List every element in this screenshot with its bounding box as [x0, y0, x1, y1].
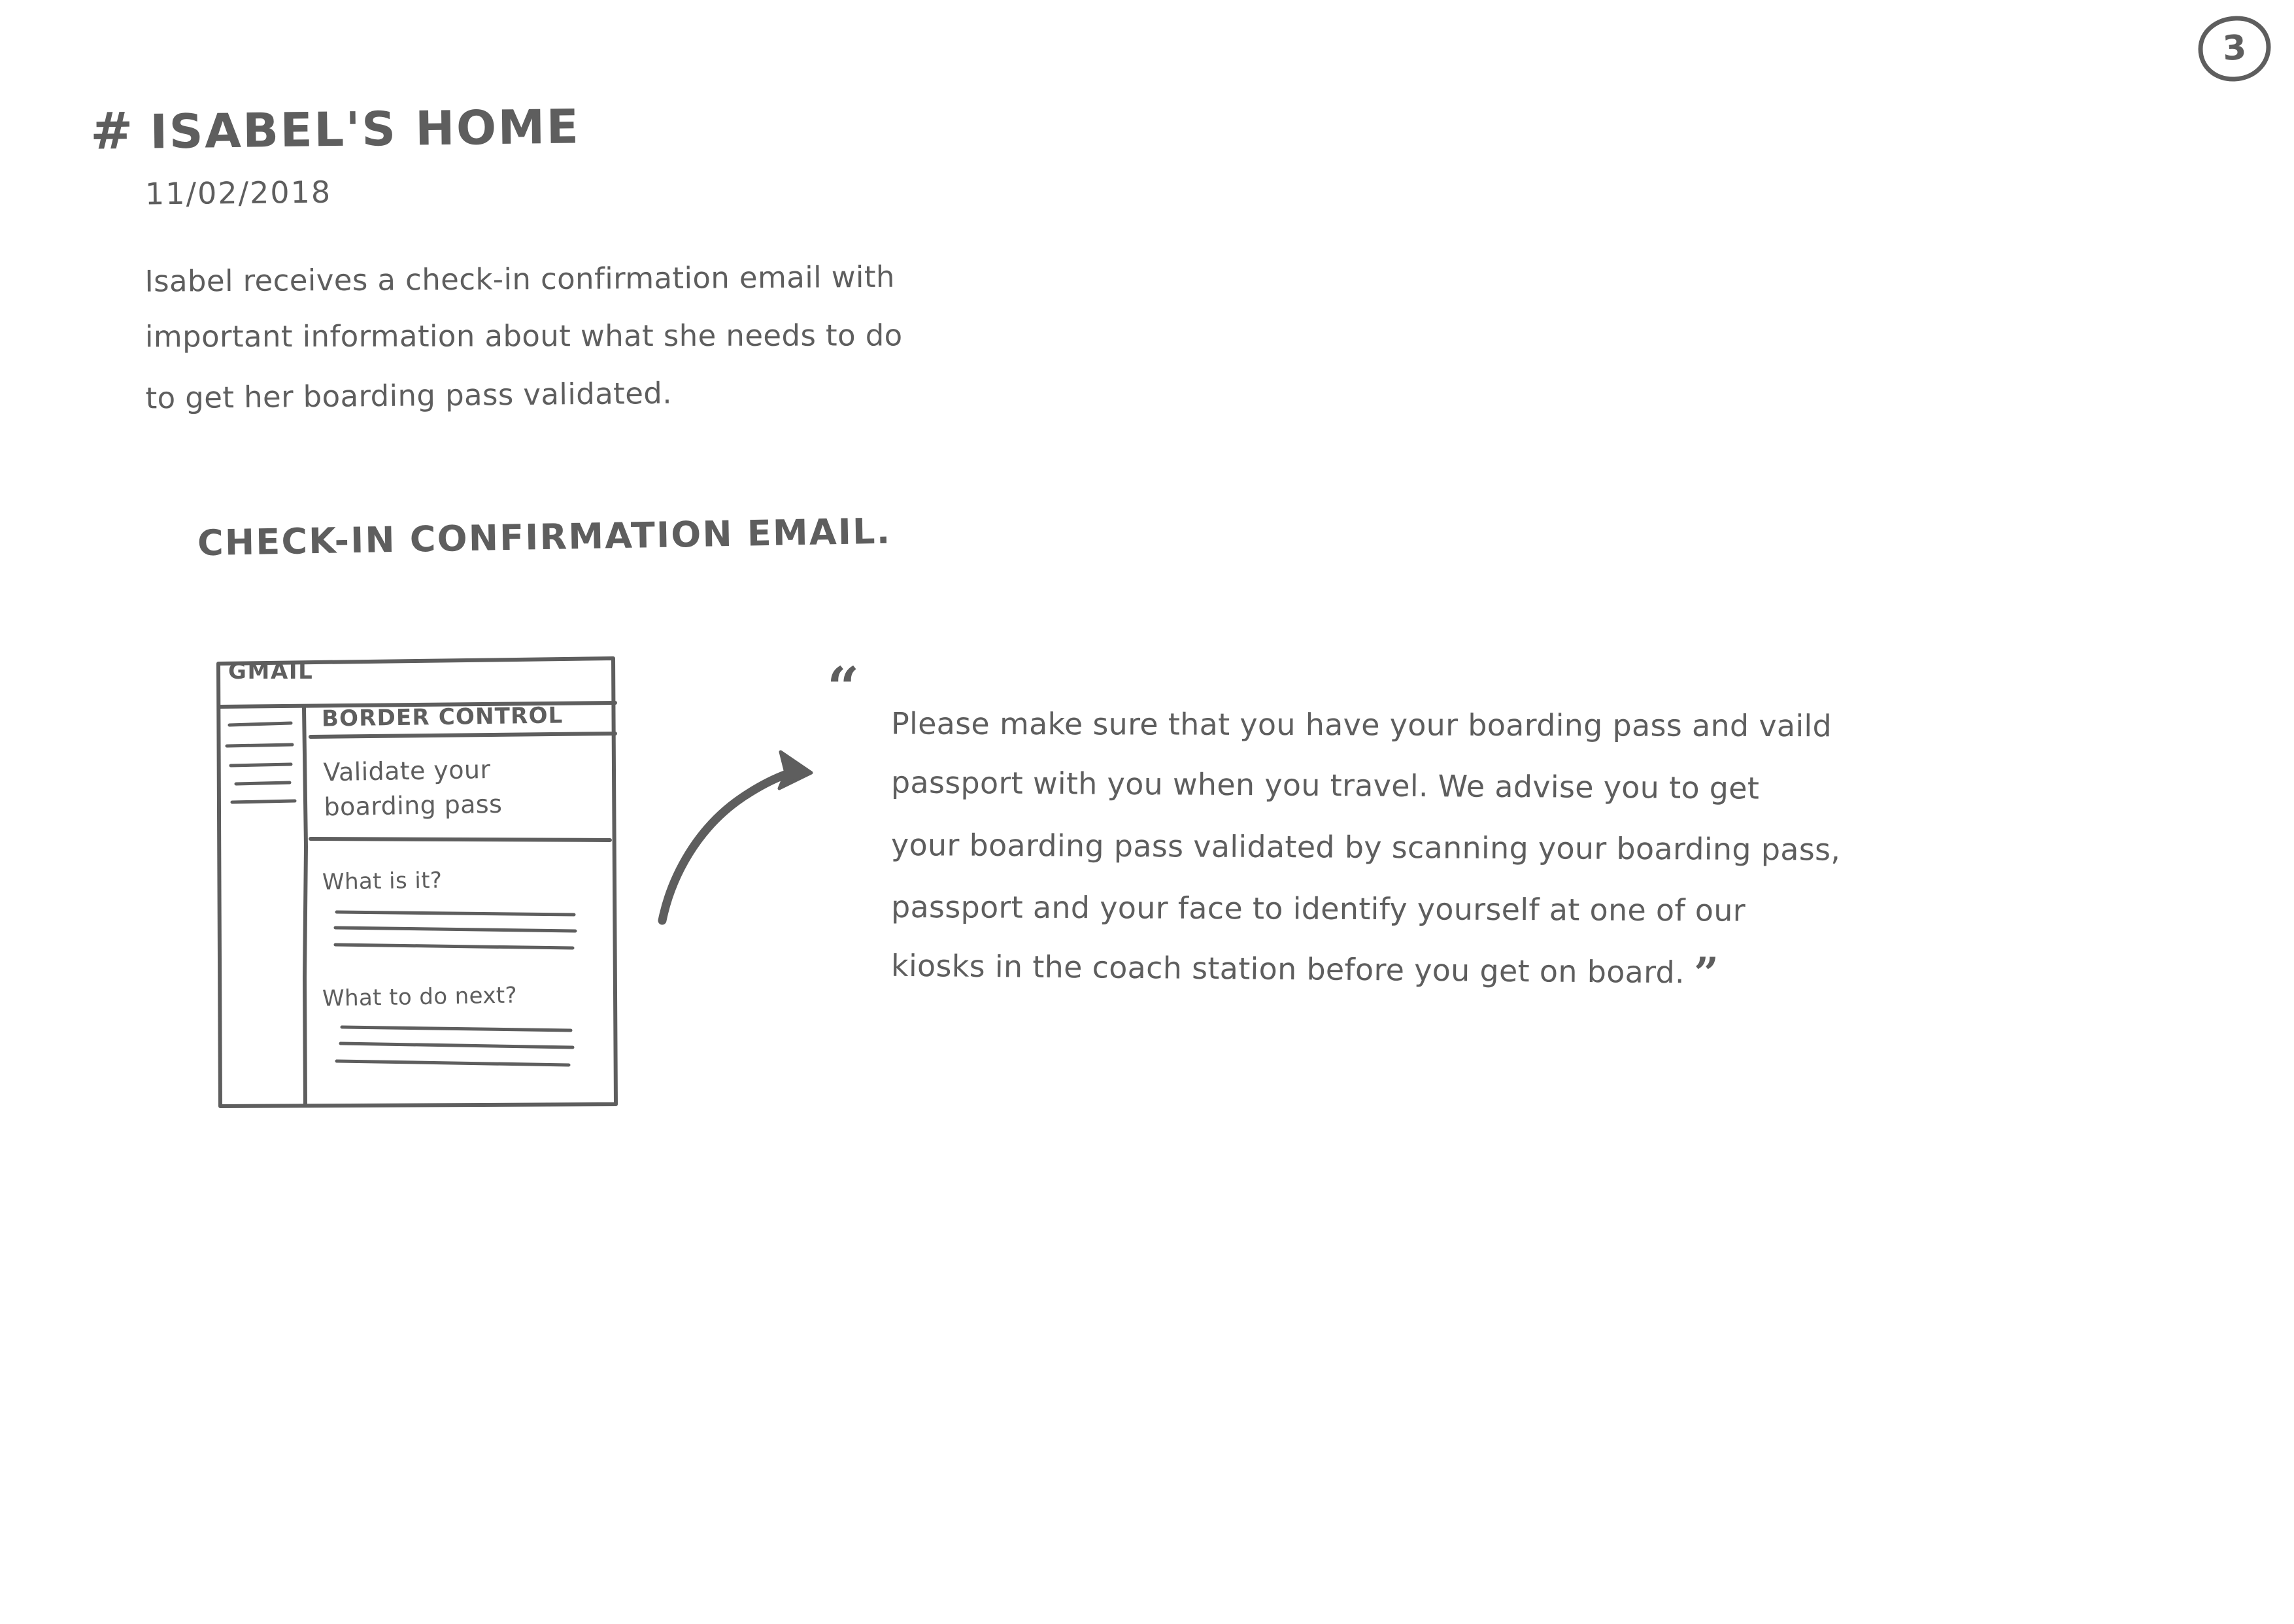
intro-paragraph: Isabel receives a check-in confirmation … [144, 246, 1166, 426]
wireframe-section-heading-what-is-it: What is it? [322, 867, 443, 896]
page-title: ISABEL'S HOME [149, 99, 581, 160]
quote-line-1: Please make sure that you have your boar… [890, 705, 1832, 744]
quote-line-3: your boarding pass validated by scanning… [890, 827, 1841, 868]
wireframe-subject-line-2: boarding pass [324, 789, 503, 822]
wireframe-app-name: GMAIL [228, 658, 314, 685]
wireframe-section-heading-what-to-do-next: What to do next? [322, 982, 518, 1012]
wireframe-subject: Validate your boarding pass [323, 753, 503, 825]
hash-icon: # [90, 101, 133, 161]
quote-line-5-text: kiosks in the coach station before you g… [890, 947, 1685, 990]
quote-close-mark-icon: ” [1693, 947, 1719, 999]
wireframe-subject-line-1: Validate your [323, 754, 491, 787]
intro-line-2: important information about what she nee… [144, 318, 903, 354]
section-heading: CHECK-IN CONFIRMATION EMAIL. [197, 510, 892, 564]
page-date: 11/02/2018 [144, 174, 332, 212]
quote-open-mark-icon: “ [827, 655, 860, 721]
quote-line-4: passport and your face to identify yours… [890, 888, 1746, 928]
quote-line-5: kiosks in the coach station before you g… [891, 935, 2134, 1007]
sidebar-nav-lines [225, 721, 297, 804]
quote-line-2: passport with you when you travel. We ad… [890, 764, 1760, 806]
page-number-badge: 3 [2198, 14, 2271, 82]
body-lines-section-1 [333, 910, 577, 950]
intro-line-3: to get her boarding pass validated. [145, 375, 673, 416]
wireframe-sender-name: BORDER CONTROL [321, 702, 564, 732]
page-number: 3 [2221, 28, 2248, 69]
email-wireframe-sketch: GMAIL BORDER CONTROL Validate your board… [212, 651, 631, 1111]
body-lines-section-2 [335, 1025, 575, 1067]
page-title-row: # ISABEL'S HOME [90, 99, 581, 161]
intro-line-1: Isabel receives a check-in confirmation … [144, 259, 895, 299]
curved-arrow-icon [658, 750, 813, 925]
quote-text: Please make sure that you have your boar… [891, 694, 2133, 1002]
